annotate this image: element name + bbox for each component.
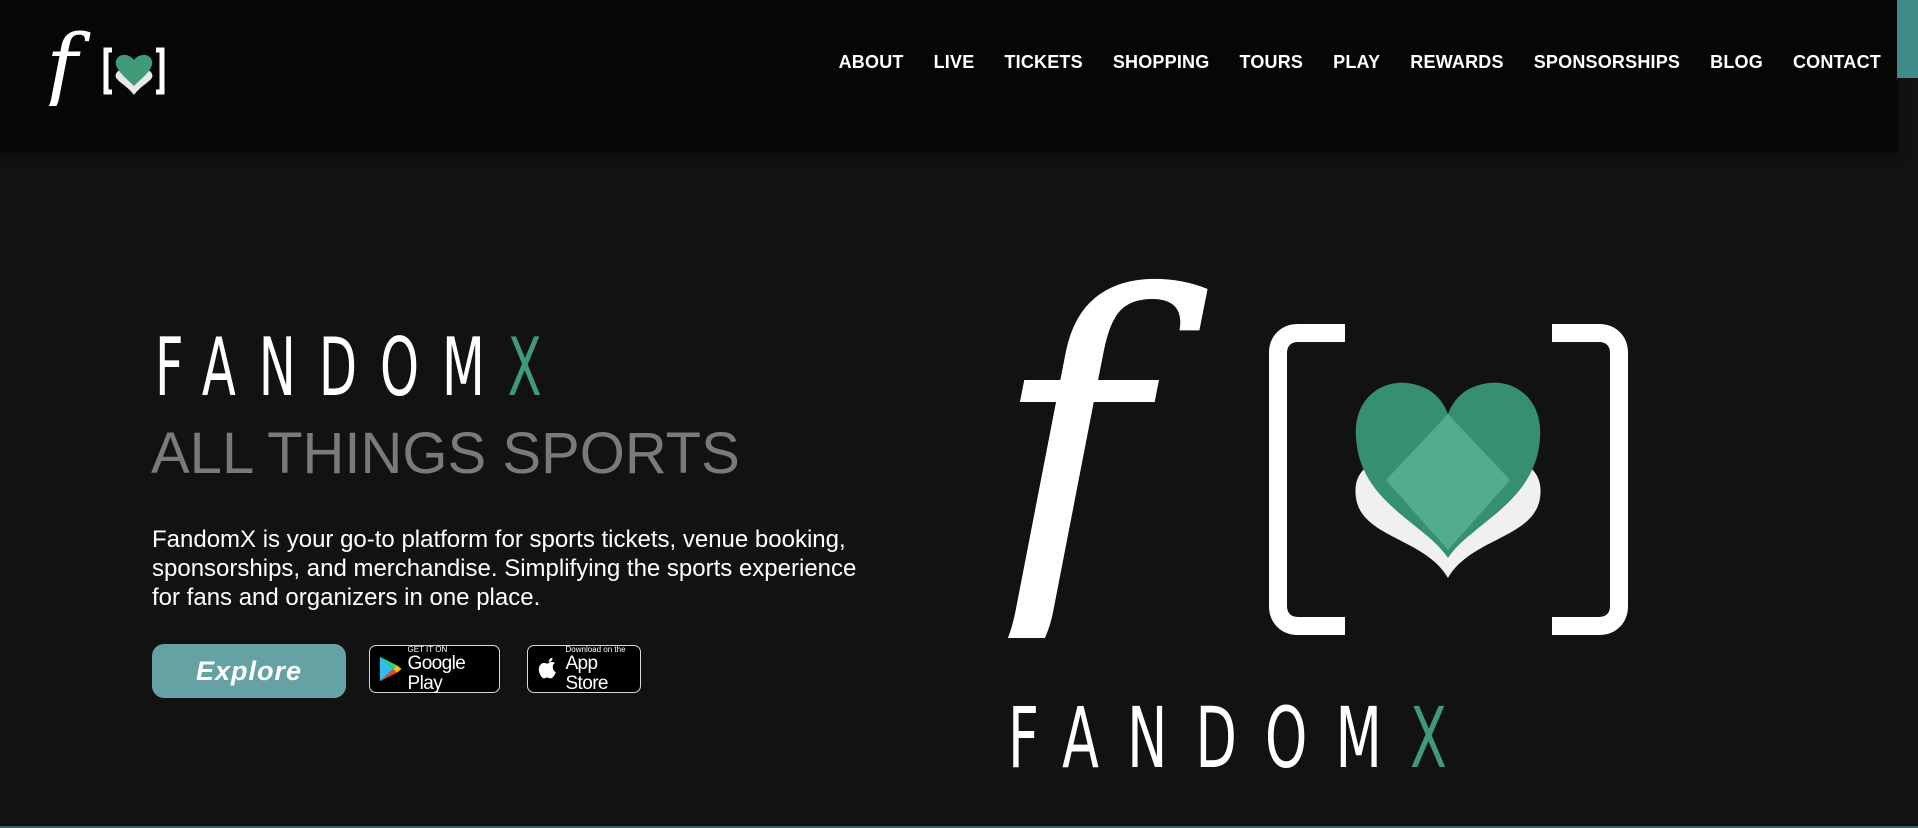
scroll-indicator <box>1897 0 1918 78</box>
nav-rewards[interactable]: REWARDS <box>1410 52 1503 73</box>
nav-blog[interactable]: BLOG <box>1710 52 1763 73</box>
google-play-icon <box>379 656 402 682</box>
nav-contact[interactable]: CONTACT <box>1793 52 1881 73</box>
hero-logo-letter: f <box>980 238 1213 638</box>
hero-left-bracket <box>1269 324 1345 635</box>
nav-play[interactable]: PLAY <box>1333 52 1380 73</box>
explore-button[interactable]: Explore <box>152 644 346 698</box>
fandomx-hero-logo: f <box>980 238 1628 638</box>
nav-tickets[interactable]: TICKETS <box>1004 52 1082 73</box>
nav-sponsorships[interactable]: SPONSORSHIPS <box>1534 52 1680 73</box>
fandomx-logo[interactable]: f <box>44 22 168 106</box>
brand-title: FANDOMX <box>155 328 565 408</box>
google-play-badge[interactable]: GET IT ON Google Play <box>369 645 500 693</box>
page: f ABOUT LIVE TICKETS SHOPPING TOURS PLAY… <box>0 0 1918 828</box>
hero-wordmark-accent: X <box>1410 689 1476 787</box>
nav-live[interactable]: LIVE <box>934 52 975 73</box>
brand-title-accent: X <box>507 321 565 414</box>
logo-left-bracket <box>103 47 112 95</box>
google-play-text: GET IT ON Google Play <box>408 645 499 694</box>
app-store-badge[interactable]: Download on the App Store <box>527 645 641 693</box>
main-nav: ABOUT LIVE TICKETS SHOPPING TOURS PLAY R… <box>809 52 1881 73</box>
site-header: f ABOUT LIVE TICKETS SHOPPING TOURS PLAY… <box>0 0 1897 152</box>
apple-icon <box>538 657 556 679</box>
hero-wordmark: FANDOMX <box>1008 696 1475 780</box>
tagline: ALL THINGS SPORTS <box>151 421 740 486</box>
hero-wordmark-main: FANDOM <box>1008 689 1411 787</box>
nav-tours[interactable]: TOURS <box>1239 52 1303 73</box>
brand-title-main: FANDOM <box>155 321 508 414</box>
nav-about[interactable]: ABOUT <box>839 52 904 73</box>
app-store-big: App Store <box>565 652 608 694</box>
logo-right-bracket <box>156 47 165 95</box>
hero-description: FandomX is your go-to platform for sport… <box>152 526 857 611</box>
nav-shopping[interactable]: SHOPPING <box>1113 52 1210 73</box>
google-play-big: Google Play <box>407 652 466 694</box>
app-store-text: Download on the App Store <box>565 645 640 694</box>
hero-right-bracket <box>1552 324 1628 635</box>
logo-letter: f <box>44 22 91 106</box>
